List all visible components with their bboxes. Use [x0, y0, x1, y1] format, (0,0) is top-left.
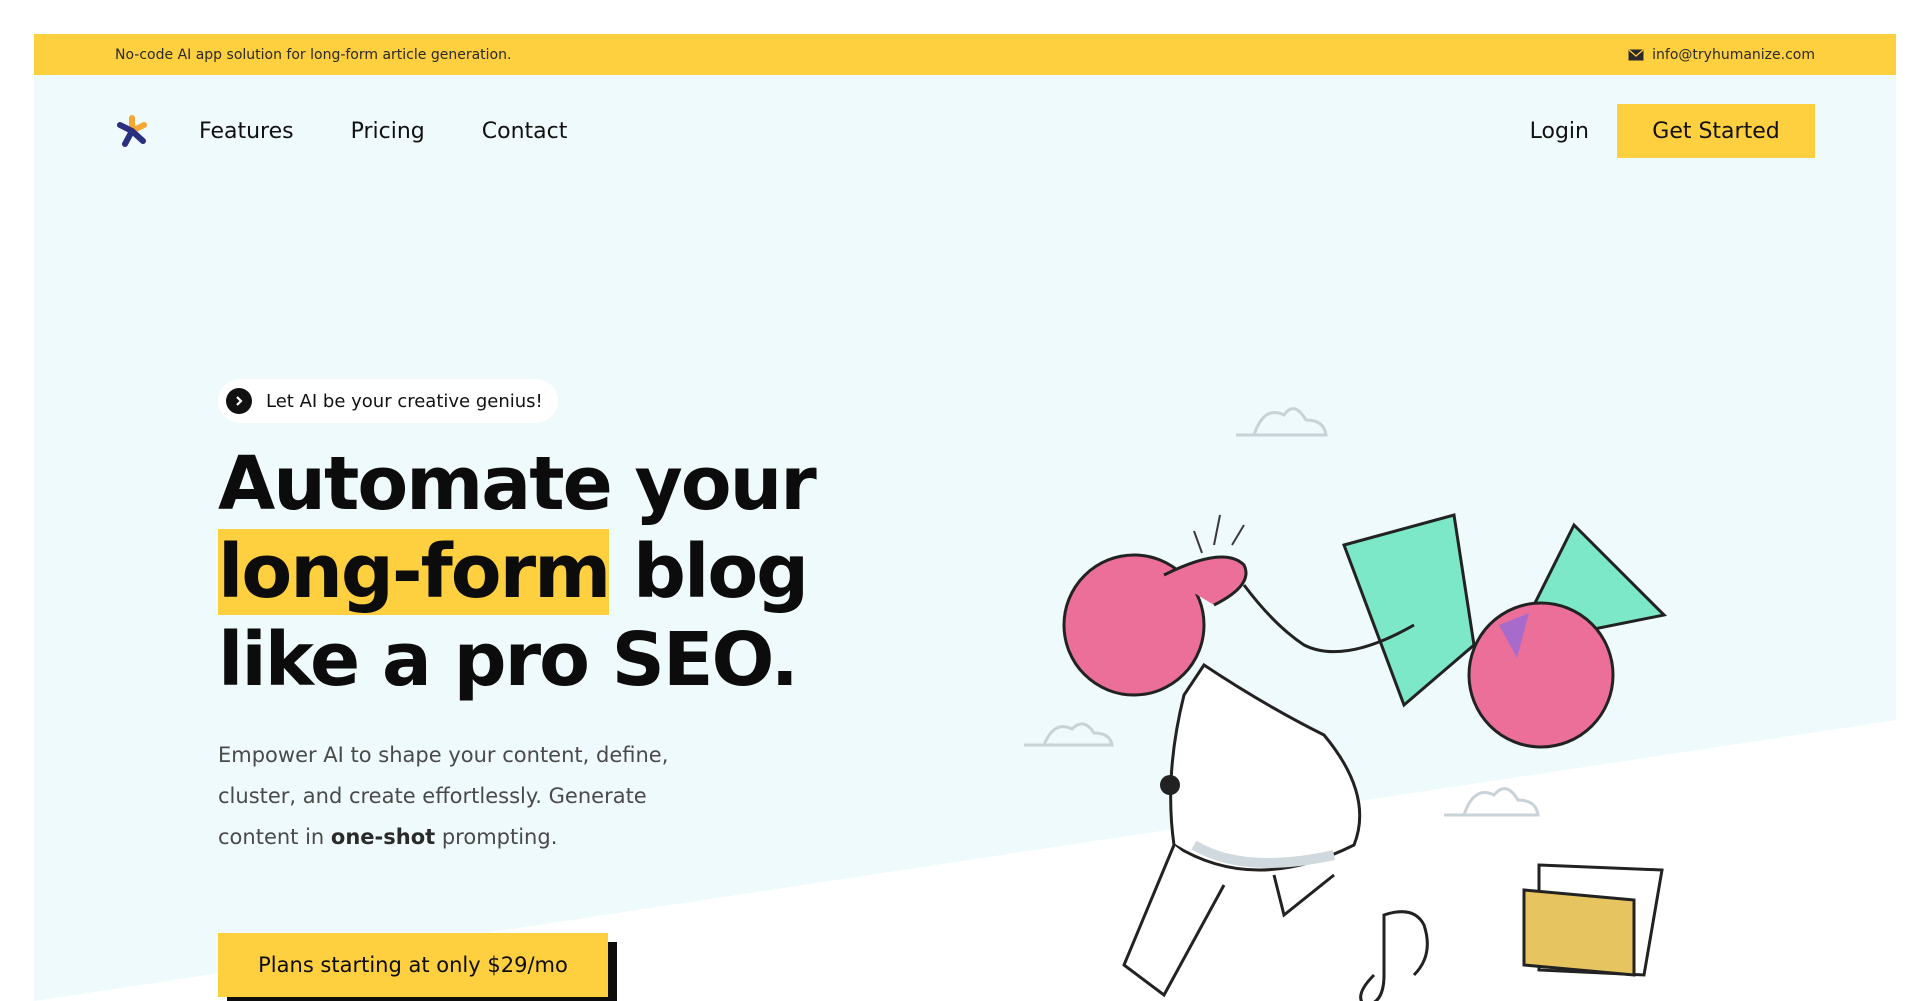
tagline-pill: Let AI be your creative genius!	[218, 379, 558, 423]
mint-card-shape	[1342, 513, 1476, 708]
hero-headline: Automate your long-form blog like a pro …	[218, 440, 918, 704]
headline-line-1: Automate your	[218, 441, 817, 527]
headline-line-3: like a pro SEO.	[218, 617, 799, 703]
email-text[interactable]: info@tryhumanize.com	[1652, 47, 1815, 63]
contact-email[interactable]: info@tryhumanize.com	[1628, 47, 1815, 63]
page-frame: No-code AI app solution for long-form ar…	[34, 34, 1896, 1001]
cloud-icon	[1444, 787, 1540, 817]
subtext-bold: one-shot	[330, 825, 436, 849]
tagline: No-code AI app solution for long-form ar…	[115, 46, 512, 63]
body-shape	[1169, 662, 1362, 872]
cloud-icon	[1236, 407, 1328, 437]
get-started-button[interactable]: Get Started	[1617, 104, 1815, 158]
hero-section: Features Pricing Contact Login Get Start…	[34, 75, 1896, 1001]
pill-text: Let AI be your creative genius!	[266, 390, 543, 412]
asterisk-logo-icon[interactable]	[115, 114, 149, 148]
headline-highlight: long-form	[218, 529, 611, 615]
login-link[interactable]: Login	[1530, 119, 1589, 144]
top-announcement-bar: No-code AI app solution for long-form ar…	[34, 34, 1896, 75]
plans-button[interactable]: Plans starting at only $29/mo	[218, 933, 608, 997]
plans-cta-wrap: Plans starting at only $29/mo	[218, 933, 617, 1001]
nav-contact[interactable]: Contact	[482, 119, 568, 144]
music-note-icon	[1359, 910, 1429, 1001]
pink-circle-shape	[1467, 601, 1615, 749]
nav-features[interactable]: Features	[199, 119, 294, 144]
hero-subtext: Empower AI to shape your content, define…	[218, 735, 688, 858]
mail-icon	[1628, 49, 1644, 60]
nav-right: Login Get Started	[1530, 104, 1815, 158]
cloud-icon	[1024, 722, 1114, 747]
folder-icon	[1522, 863, 1664, 977]
subtext-part-2: prompting.	[435, 825, 558, 849]
hero-illustration	[1024, 407, 1668, 1001]
nav-pricing[interactable]: Pricing	[351, 119, 425, 144]
main-nav: Features Pricing Contact Login Get Start…	[115, 104, 1815, 158]
headline-line-2-rest: blog	[609, 529, 809, 615]
chevron-right-circle-icon	[226, 388, 252, 414]
